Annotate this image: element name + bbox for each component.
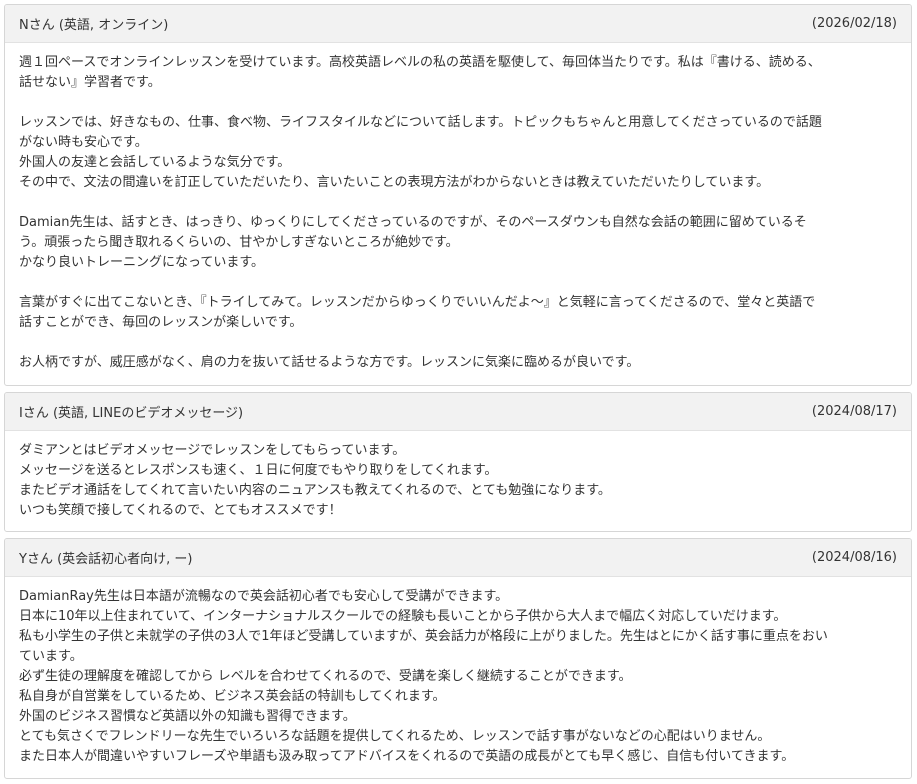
review-text-line: またビデオ通話をしてくれて言いたい内容のニュアンスも教えてくれるので、とても勉強… <box>19 483 611 498</box>
review-text-line: ダミアンとはビデオメッセージでレッスンをしてもらっています。 <box>19 443 406 458</box>
review-text-line: がない時も安心です。 <box>19 135 148 150</box>
review-date: (2024/08/16) <box>811 550 897 565</box>
review-text-line: 話せない』学習者です。 <box>19 75 161 90</box>
review-date: (2026/02/18) <box>811 16 897 31</box>
review-header: Nさん (英語, オンライン) (2026/02/18) <box>5 5 911 43</box>
review-text-line: 日本に10年以上住まれていて、インターナショナルスクールでの経験も長いことから子… <box>19 609 787 624</box>
review-text-line: 外国人の友達と会話しているような気分です。 <box>19 155 291 170</box>
review-text-line: 私自身が自営業をしているため、ビジネス英会話の特訓もしてくれます。 <box>19 689 446 704</box>
review-text-line: 必ず生徒の理解度を確認してから レベルを合わせてくれるので、受講を楽しく継続する… <box>19 669 632 684</box>
review-text-line: レッスンでは、好きなもの、仕事、食べ物、ライフスタイルなどについて話します。トピ… <box>19 115 822 130</box>
review-text-line: Damian先生は、話すとき、はっきり、ゆっくりにしてくださっているのですが、そ… <box>19 215 807 230</box>
review-body: DamianRay先生は日本語が流暢なので英会話初心者でも安心して受講ができます… <box>5 577 911 767</box>
review-text-line: 言葉がすぐに出てこないとき、『トライしてみて。レッスンだからゆっくりでいいんだよ… <box>19 295 816 310</box>
review-text-line: う。頑張ったら聞き取れるくらいの、甘やかしすぎないところが絶妙です。 <box>19 235 459 250</box>
review-text-line: お人柄ですが、威圧感がなく、肩の力を抜いて話せるような方です。レッスンに気楽に臨… <box>19 355 640 370</box>
review-text-line: 週１回ペースでオンラインレッスンを受けています。高校英語レベルの私の英語を駆使し… <box>19 55 821 70</box>
review-text-line: 外国のビジネス習慣など英語以外の知識も習得できます。 <box>19 709 356 724</box>
review-card-3: Yさん (英会話初心者向け, ー) (2024/08/16) DamianRay… <box>4 538 912 779</box>
review-text-line: メッセージを送るとレスポンスも速く、１日に何度でもやり取りをしてくれます。 <box>19 463 498 478</box>
review-text-line: かなり良いトレーニングになっています。 <box>19 255 265 270</box>
review-date: (2024/08/17) <box>811 404 897 419</box>
review-body: 週１回ペースでオンラインレッスンを受けています。高校英語レベルの私の英語を駆使し… <box>5 43 911 373</box>
reviewer-name: Yさん (英会話初心者向け, ー) <box>19 552 193 567</box>
reviewer-name: Nさん (英語, オンライン) <box>19 18 169 33</box>
review-header: Iさん (英語, LINEのビデオメッセージ) (2024/08/17) <box>5 393 911 431</box>
review-card-1: Nさん (英語, オンライン) (2026/02/18) 週１回ペースでオンライ… <box>4 4 912 386</box>
review-text-line: また日本人が間違いやすいフレーズや単語も汲み取ってアドバイスをくれるので英語の成… <box>19 749 795 764</box>
review-card-2: Iさん (英語, LINEのビデオメッセージ) (2024/08/17) ダミア… <box>4 392 912 532</box>
review-text-line: 私も小学生の子供と未就学の子供の3人で1年ほど受講していますが、英会話力が格段に… <box>19 629 828 644</box>
review-text-line: いつも笑顔で接してくれるので、とてもオススメです！ <box>19 503 342 518</box>
reviewer-name: Iさん (英語, LINEのビデオメッセージ) <box>19 406 244 421</box>
review-text-line: ています。 <box>19 649 83 664</box>
review-text-line: DamianRay先生は日本語が流暢なので英会話初心者でも安心して受講ができます… <box>19 589 509 604</box>
review-text-line: その中で、文法の間違いを訂正していただいたり、言いたいことの表現方法がわからない… <box>19 175 770 190</box>
review-header: Yさん (英会話初心者向け, ー) (2024/08/16) <box>5 539 911 577</box>
review-body: ダミアンとはビデオメッセージでレッスンをしてもらっています。メッセージを送るとレ… <box>5 431 911 521</box>
review-text-line: 話すことができ、毎回のレッスンが楽しいです。 <box>19 315 303 330</box>
review-text-line: とても気さくでフレンドリーな先生でいろいろな話題を提供してくれるため、レッスンで… <box>19 729 771 744</box>
